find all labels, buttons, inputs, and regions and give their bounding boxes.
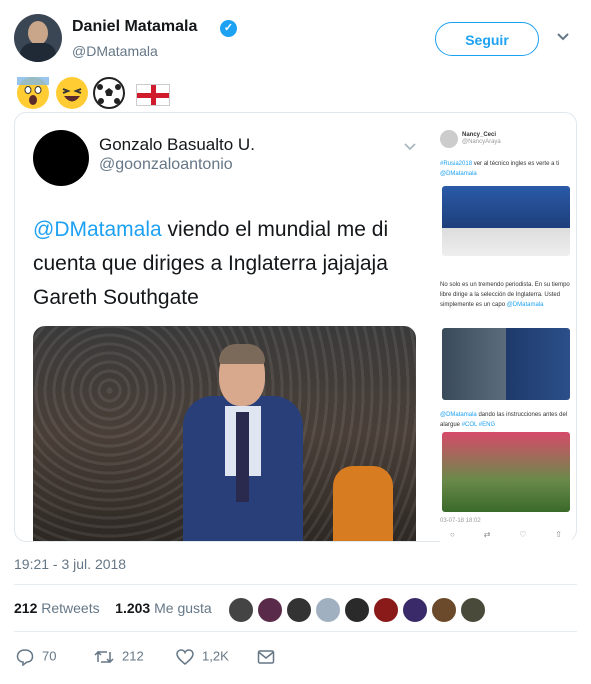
screenshot-date: 03-07-18 18:02 — [440, 518, 481, 524]
quoted-handle[interactable]: @goonzaloantonio — [99, 156, 233, 174]
retweet-button[interactable]: 212 — [94, 648, 144, 666]
tweet-timestamp[interactable]: 19:21 - 3 jul. 2018 — [14, 556, 126, 572]
quoted-mention[interactable]: @DMatamala — [33, 218, 162, 241]
england-flag-emoji — [136, 84, 170, 106]
quoted-name[interactable]: Gonzalo Basualto U. — [99, 135, 255, 155]
screenshot-photo-1 — [442, 186, 570, 256]
reply-icon — [16, 649, 34, 667]
divider — [14, 631, 577, 632]
screaming-face-emoji — [17, 77, 49, 109]
heart-icon — [176, 649, 194, 665]
embedded-screenshot[interactable]: Nancy_Ceci @NancyAraya #Rusia2018 ver al… — [440, 126, 572, 550]
likes-label[interactable]: Me gusta — [154, 600, 212, 616]
screenshot-user-handle: @NancyAraya — [462, 139, 501, 145]
verified-icon: ✓ — [220, 20, 237, 37]
screenshot-text-1: #Rusia2018 ver al técnico ingles es vert… — [440, 161, 560, 177]
chevron-down-icon[interactable] — [556, 29, 570, 43]
reply-count: 70 — [42, 648, 57, 664]
retweets-count[interactable]: 212 — [14, 600, 37, 616]
screenshot-photo-3 — [442, 432, 570, 512]
likes-count[interactable]: 1.203 — [115, 600, 150, 616]
screenshot-actions: ○ ⇄ ♡ ⇧ — [450, 530, 562, 539]
screenshot-photo-2 — [442, 328, 570, 400]
like-button[interactable]: 1,2K — [176, 648, 229, 666]
author-avatar[interactable] — [14, 14, 62, 62]
tweet-stats: 212 Retweets 1.203 Me gusta — [14, 600, 212, 616]
screenshot-text-2: No solo es un tremendo periodista. En su… — [440, 282, 570, 308]
screenshot-text-3: @DMatamala dando las instrucciones antes… — [440, 412, 568, 428]
laughing-face-emoji — [56, 77, 88, 109]
follow-button[interactable]: Seguir — [435, 22, 539, 56]
retweet-icon — [94, 650, 114, 664]
author-handle[interactable]: @DMatamala — [72, 43, 158, 59]
message-icon — [257, 650, 275, 664]
soccer-ball-emoji — [93, 77, 125, 109]
author-name[interactable]: Daniel Matamala — [72, 18, 197, 36]
retweets-label[interactable]: Retweets — [41, 600, 99, 616]
quoted-photo[interactable] — [33, 326, 416, 541]
divider — [14, 584, 577, 585]
quoted-avatar[interactable] — [33, 130, 89, 186]
retweet-count: 212 — [122, 648, 144, 664]
reply-button[interactable]: 70 — [16, 648, 57, 667]
quoted-text: @DMatamala viendo el mundial me di cuent… — [33, 213, 418, 315]
chevron-down-icon[interactable] — [404, 140, 416, 152]
message-button[interactable] — [257, 648, 283, 666]
like-count: 1,2K — [202, 648, 229, 664]
